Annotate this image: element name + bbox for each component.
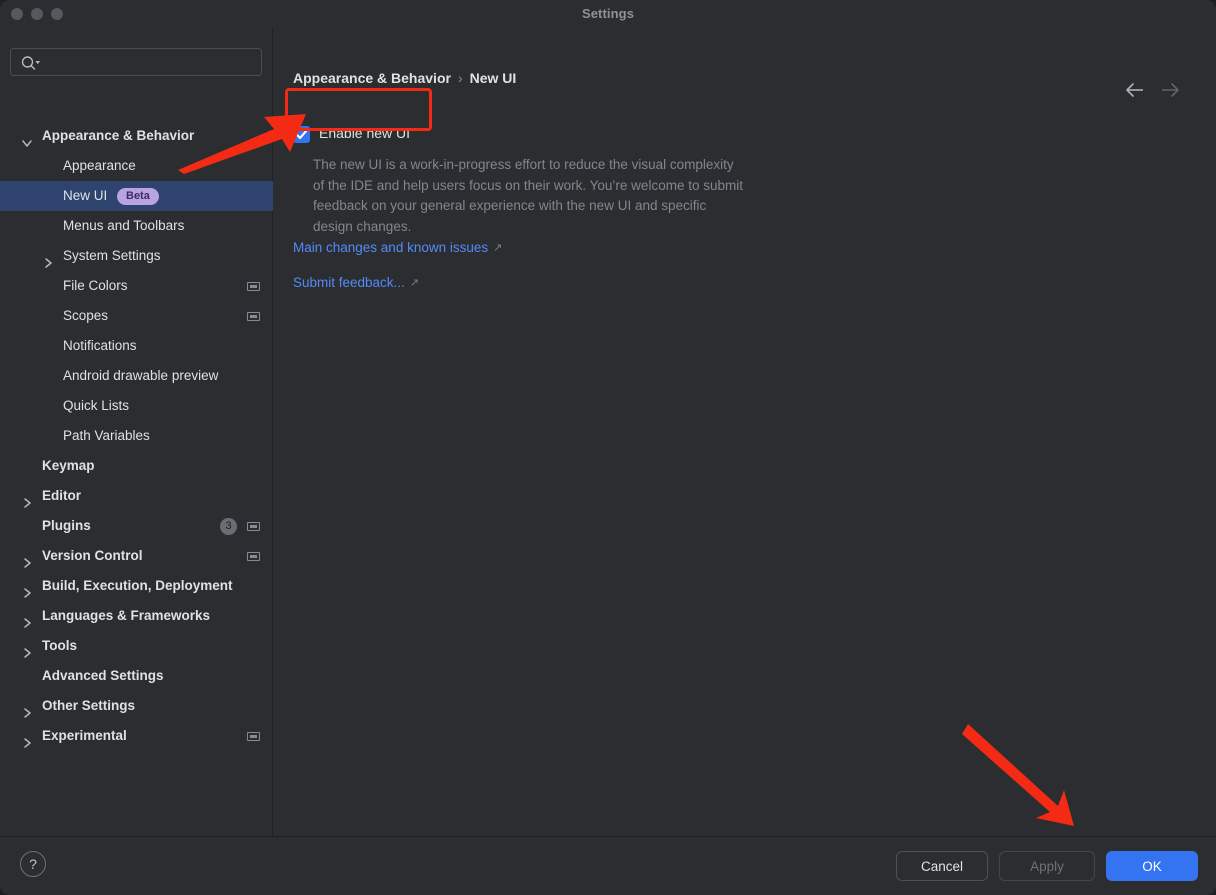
external-link-icon: ↗ (493, 242, 503, 254)
chevron-right-icon[interactable] (42, 250, 54, 268)
sidebar-item-label: Other Settings (42, 698, 136, 713)
sidebar-item-scopes[interactable]: Scopes (0, 301, 273, 331)
breadcrumb-parent[interactable]: Appearance & Behavior (293, 70, 451, 86)
chevron-right-icon[interactable] (21, 610, 33, 628)
sidebar-item-system-settings[interactable]: System Settings (0, 241, 273, 271)
sidebar-item-other-settings[interactable]: Other Settings (0, 691, 273, 721)
sidebar-item-tools[interactable]: Tools (0, 631, 273, 661)
sidebar-item-label: Plugins (42, 518, 91, 533)
sidebar-item-label: Version Control (42, 548, 143, 563)
configurable-settings-icon (247, 282, 260, 291)
sidebar-item-label: New UI (63, 188, 108, 203)
main-changes-link[interactable]: Main changes and known issues ↗ (293, 240, 502, 255)
sidebar-item-label: Path Variables (63, 428, 150, 443)
sidebar-item-label: Quick Lists (63, 398, 130, 413)
search-icon[interactable] (20, 55, 42, 71)
sidebar-item-menus-and-toolbars[interactable]: Menus and Toolbars (0, 211, 273, 241)
sidebar-item-label: Keymap (42, 458, 95, 473)
ok-button[interactable]: OK (1106, 851, 1198, 881)
sidebar-item-path-variables[interactable]: Path Variables (0, 421, 273, 451)
forward-arrow-icon[interactable] (1158, 80, 1182, 100)
checkmark-icon (295, 130, 308, 140)
plugin-update-count-badge: 3 (220, 518, 237, 535)
sidebar-item-file-colors[interactable]: File Colors (0, 271, 273, 301)
sidebar-item-label: Build, Execution, Deployment (42, 578, 233, 593)
sidebar-item-appearance-behavior[interactable]: Appearance & Behavior (0, 121, 273, 151)
chevron-right-icon[interactable] (21, 700, 33, 718)
breadcrumb: Appearance & Behavior › New UI (293, 70, 516, 86)
sidebar-item-android-drawable-preview[interactable]: Android drawable preview (0, 361, 273, 391)
sidebar-item-label: Android drawable preview (63, 368, 219, 383)
settings-main-panel: Appearance & Behavior › New UI Enable new … (273, 28, 1216, 836)
window-titlebar: Settings (0, 0, 1216, 28)
settings-dialog: Settings Appearance & Behavior Appearance… (0, 0, 1216, 895)
sidebar-item-label: Languages & Frameworks (42, 608, 211, 623)
submit-feedback-link[interactable]: Submit feedback... ↗ (293, 275, 419, 290)
sidebar-item-label: Editor (42, 488, 81, 503)
enable-new-ui-checkbox[interactable] (293, 126, 310, 143)
configurable-settings-icon (247, 552, 260, 561)
chevron-right-icon[interactable] (21, 490, 33, 508)
sidebar-item-notifications[interactable]: Notifications (0, 331, 273, 361)
sidebar-item-editor[interactable]: Editor (0, 481, 273, 511)
breadcrumb-separator-icon: › (457, 70, 463, 86)
beta-badge: Beta (117, 188, 159, 205)
dialog-button-bar: ? Cancel Apply OK (0, 836, 1216, 895)
sidebar-item-label: File Colors (63, 278, 128, 293)
back-arrow-icon[interactable] (1123, 80, 1147, 100)
cancel-button[interactable]: Cancel (896, 851, 988, 881)
external-link-icon: ↗ (409, 277, 420, 289)
sidebar-item-new-ui[interactable]: New UI Beta (0, 181, 273, 211)
sidebar-item-label: Notifications (63, 338, 137, 353)
chevron-right-icon[interactable] (21, 550, 33, 568)
window-title: Settings (581, 6, 635, 21)
sidebar-item-plugins[interactable]: Plugins 3 (0, 511, 273, 541)
help-button[interactable]: ? (20, 851, 46, 877)
sidebar-item-label: System Settings (63, 248, 161, 263)
sidebar-item-label: Advanced Settings (42, 668, 164, 683)
new-ui-description: The new UI is a work-in-progress effort … (313, 157, 743, 234)
chevron-right-icon[interactable] (21, 730, 33, 748)
sidebar-item-label: Appearance & Behavior (42, 128, 195, 143)
chevron-right-icon[interactable] (21, 640, 33, 658)
main-changes-link-label: Main changes and known issues (293, 240, 489, 255)
enable-new-ui-label: Enable new UI (319, 125, 411, 141)
configurable-settings-icon (247, 312, 260, 321)
search-box[interactable] (10, 48, 262, 77)
submit-feedback-link-label: Submit feedback... (293, 275, 405, 290)
breadcrumb-current: New UI (469, 70, 517, 86)
configurable-settings-icon (247, 522, 260, 531)
apply-button[interactable]: Apply (999, 851, 1095, 881)
sidebar-item-keymap[interactable]: Keymap (0, 451, 273, 481)
sidebar-item-experimental[interactable]: Experimental (0, 721, 273, 751)
sidebar-item-label: Menus and Toolbars (63, 218, 185, 233)
chevron-right-icon[interactable] (21, 580, 33, 598)
sidebar-item-label: Appearance (63, 158, 136, 173)
configurable-settings-icon (247, 732, 260, 741)
settings-sidebar: Appearance & Behavior Appearance New UI Bet… (0, 28, 273, 836)
sidebar-item-label: Scopes (63, 308, 109, 323)
sidebar-item-quick-lists[interactable]: Quick Lists (0, 391, 273, 421)
settings-tree: Appearance & Behavior Appearance New UI Bet… (0, 121, 273, 751)
sidebar-item-label: Tools (42, 638, 77, 653)
sidebar-item-build-execution-deployment[interactable]: Build, Execution, Deployment (0, 571, 273, 601)
sidebar-item-languages-frameworks[interactable]: Languages & Frameworks (0, 601, 273, 631)
sidebar-item-version-control[interactable]: Version Control (0, 541, 273, 571)
sidebar-item-appearance[interactable]: Appearance (0, 151, 273, 181)
search-input[interactable] (44, 49, 258, 77)
sidebar-item-label: Experimental (42, 728, 127, 743)
sidebar-item-advanced-settings[interactable]: Advanced Settings (0, 661, 273, 691)
chevron-down-icon[interactable] (21, 130, 33, 147)
